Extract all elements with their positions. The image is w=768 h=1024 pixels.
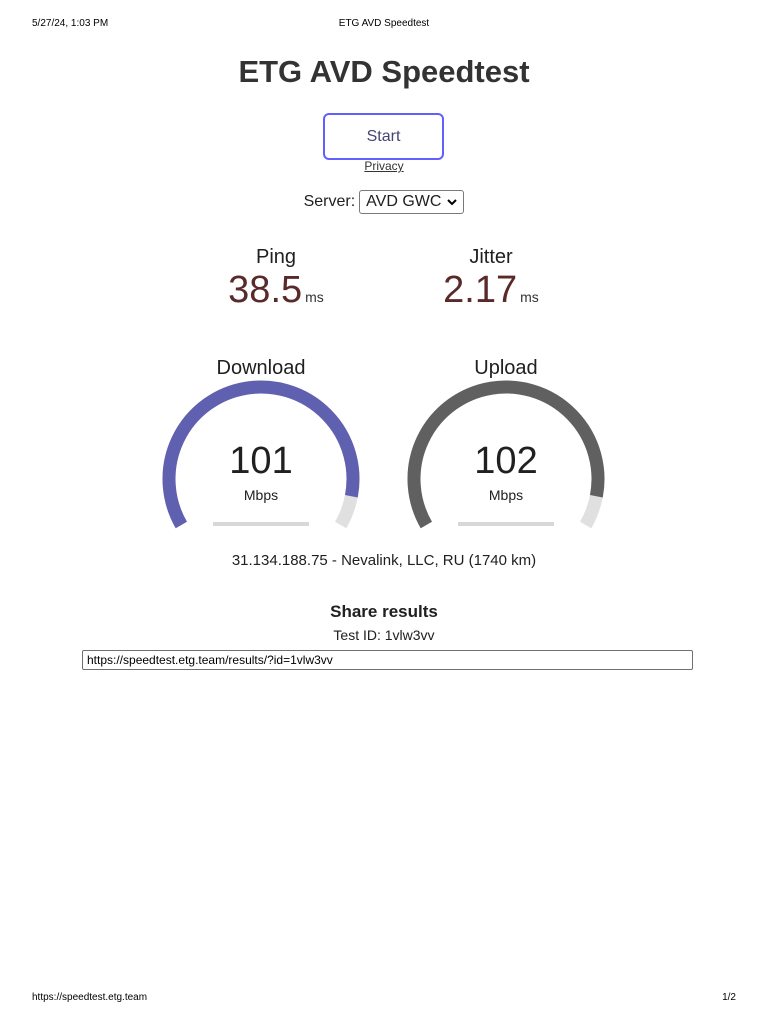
upload-progress-bar (458, 522, 554, 526)
privacy-link[interactable]: Privacy (0, 159, 768, 173)
print-page-number: 1/2 (722, 992, 736, 1003)
ip-info: 31.134.188.75 - Nevalink, LLC, RU (1740 … (231, 552, 537, 569)
chevron-down-icon (447, 199, 458, 206)
ping-unit: ms (305, 289, 324, 305)
jitter-label: Jitter (469, 246, 513, 268)
upload-label: Upload (474, 357, 538, 379)
download-label: Download (216, 357, 306, 379)
print-title: ETG AVD Speedtest (338, 18, 430, 29)
download-progress-bar (213, 522, 309, 526)
download-value: 101 (229, 440, 293, 482)
ping-value: 38.5 (228, 269, 303, 311)
server-select[interactable]: AVD GWC (359, 190, 465, 214)
upload-gauge: Upload 102 Mbps (401, 357, 611, 537)
server-selected-value: AVD GWC (366, 193, 442, 210)
download-gauge: Download 101 Mbps (156, 357, 366, 537)
print-header: 5/27/24, 1:03 PM ETG AVD Speedtest (32, 18, 736, 32)
print-footer: https://speedtest.etg.team 1/2 (32, 992, 736, 1006)
server-selector: Server: AVD GWC (0, 190, 768, 214)
page-title: ETG AVD Speedtest (238, 54, 530, 89)
upload-value: 102 (474, 440, 538, 482)
start-button[interactable]: Start (323, 113, 444, 160)
jitter-metric: Jitter 2.17 ms (411, 246, 571, 312)
upload-unit: Mbps (488, 487, 524, 503)
result-url-field[interactable] (82, 650, 693, 670)
print-url: https://speedtest.etg.team (32, 992, 148, 1003)
download-unit: Mbps (243, 487, 279, 503)
ping-label: Ping (255, 246, 297, 268)
jitter-value: 2.17 (443, 269, 518, 311)
ping-metric: Ping 38.5 ms (196, 246, 356, 312)
server-label: Server: (303, 193, 356, 210)
share-results-heading: Share results (330, 602, 438, 621)
test-id: Test ID: 1vlw3vv (333, 627, 435, 643)
jitter-unit: ms (520, 289, 539, 305)
